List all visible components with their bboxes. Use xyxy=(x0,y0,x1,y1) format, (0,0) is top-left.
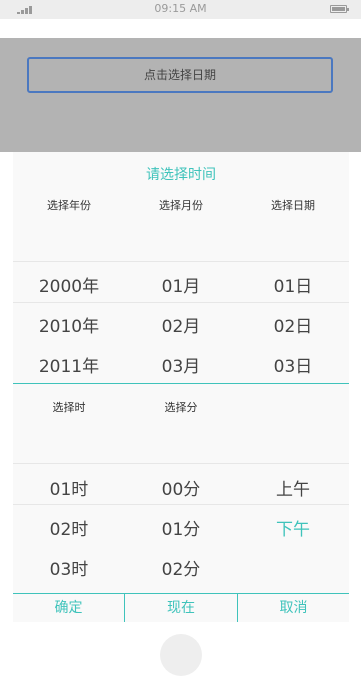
row-divider xyxy=(13,261,349,262)
month-option[interactable]: 02月 xyxy=(125,312,237,337)
home-button[interactable] xyxy=(160,634,202,676)
section-divider xyxy=(13,383,349,384)
row-divider xyxy=(13,463,349,464)
year-option[interactable]: 2010年 xyxy=(13,312,125,337)
row-divider xyxy=(13,504,349,505)
confirm-button[interactable]: 确定 xyxy=(13,594,124,622)
month-option[interactable]: 03月 xyxy=(125,352,237,377)
battery-icon xyxy=(330,5,349,13)
year-option[interactable]: 2011年 xyxy=(13,352,125,377)
modal-overlay[interactable] xyxy=(0,38,361,152)
cancel-button[interactable]: 取消 xyxy=(238,594,349,622)
status-time: 09:15 AM xyxy=(154,2,207,15)
pm-option-selected[interactable]: 下午 xyxy=(237,515,349,540)
now-button[interactable]: 现在 xyxy=(125,594,237,622)
row-divider xyxy=(13,302,349,303)
month-column-header: 选择月份 xyxy=(159,199,203,212)
time-picker-sheet: 请选择时间 选择年份 选择月份 选择日期 2000年 2010年 2011年 0… xyxy=(13,152,349,622)
hour-option[interactable]: 01时 xyxy=(13,475,125,500)
day-option[interactable]: 01日 xyxy=(237,272,349,297)
date-input[interactable]: 点击选择日期 xyxy=(27,57,333,93)
minute-option[interactable]: 00分 xyxy=(125,475,237,500)
year-column-header: 选择年份 xyxy=(47,199,91,212)
am-option[interactable]: 上午 xyxy=(237,475,349,500)
year-option[interactable]: 2000年 xyxy=(13,272,125,297)
minute-column-header: 选择分 xyxy=(164,401,198,414)
hour-column-header: 选择时 xyxy=(52,401,86,414)
picker-title: 请选择时间 xyxy=(146,167,216,183)
month-option[interactable]: 01月 xyxy=(125,272,237,297)
day-option[interactable]: 02日 xyxy=(237,312,349,337)
day-column-header: 选择日期 xyxy=(271,199,315,212)
minute-option[interactable]: 02分 xyxy=(125,555,237,580)
hour-option[interactable]: 02时 xyxy=(13,515,125,540)
status-bar: 09:15 AM xyxy=(0,0,361,19)
day-option[interactable]: 03日 xyxy=(237,352,349,377)
minute-option[interactable]: 01分 xyxy=(125,515,237,540)
hour-option[interactable]: 03时 xyxy=(13,555,125,580)
